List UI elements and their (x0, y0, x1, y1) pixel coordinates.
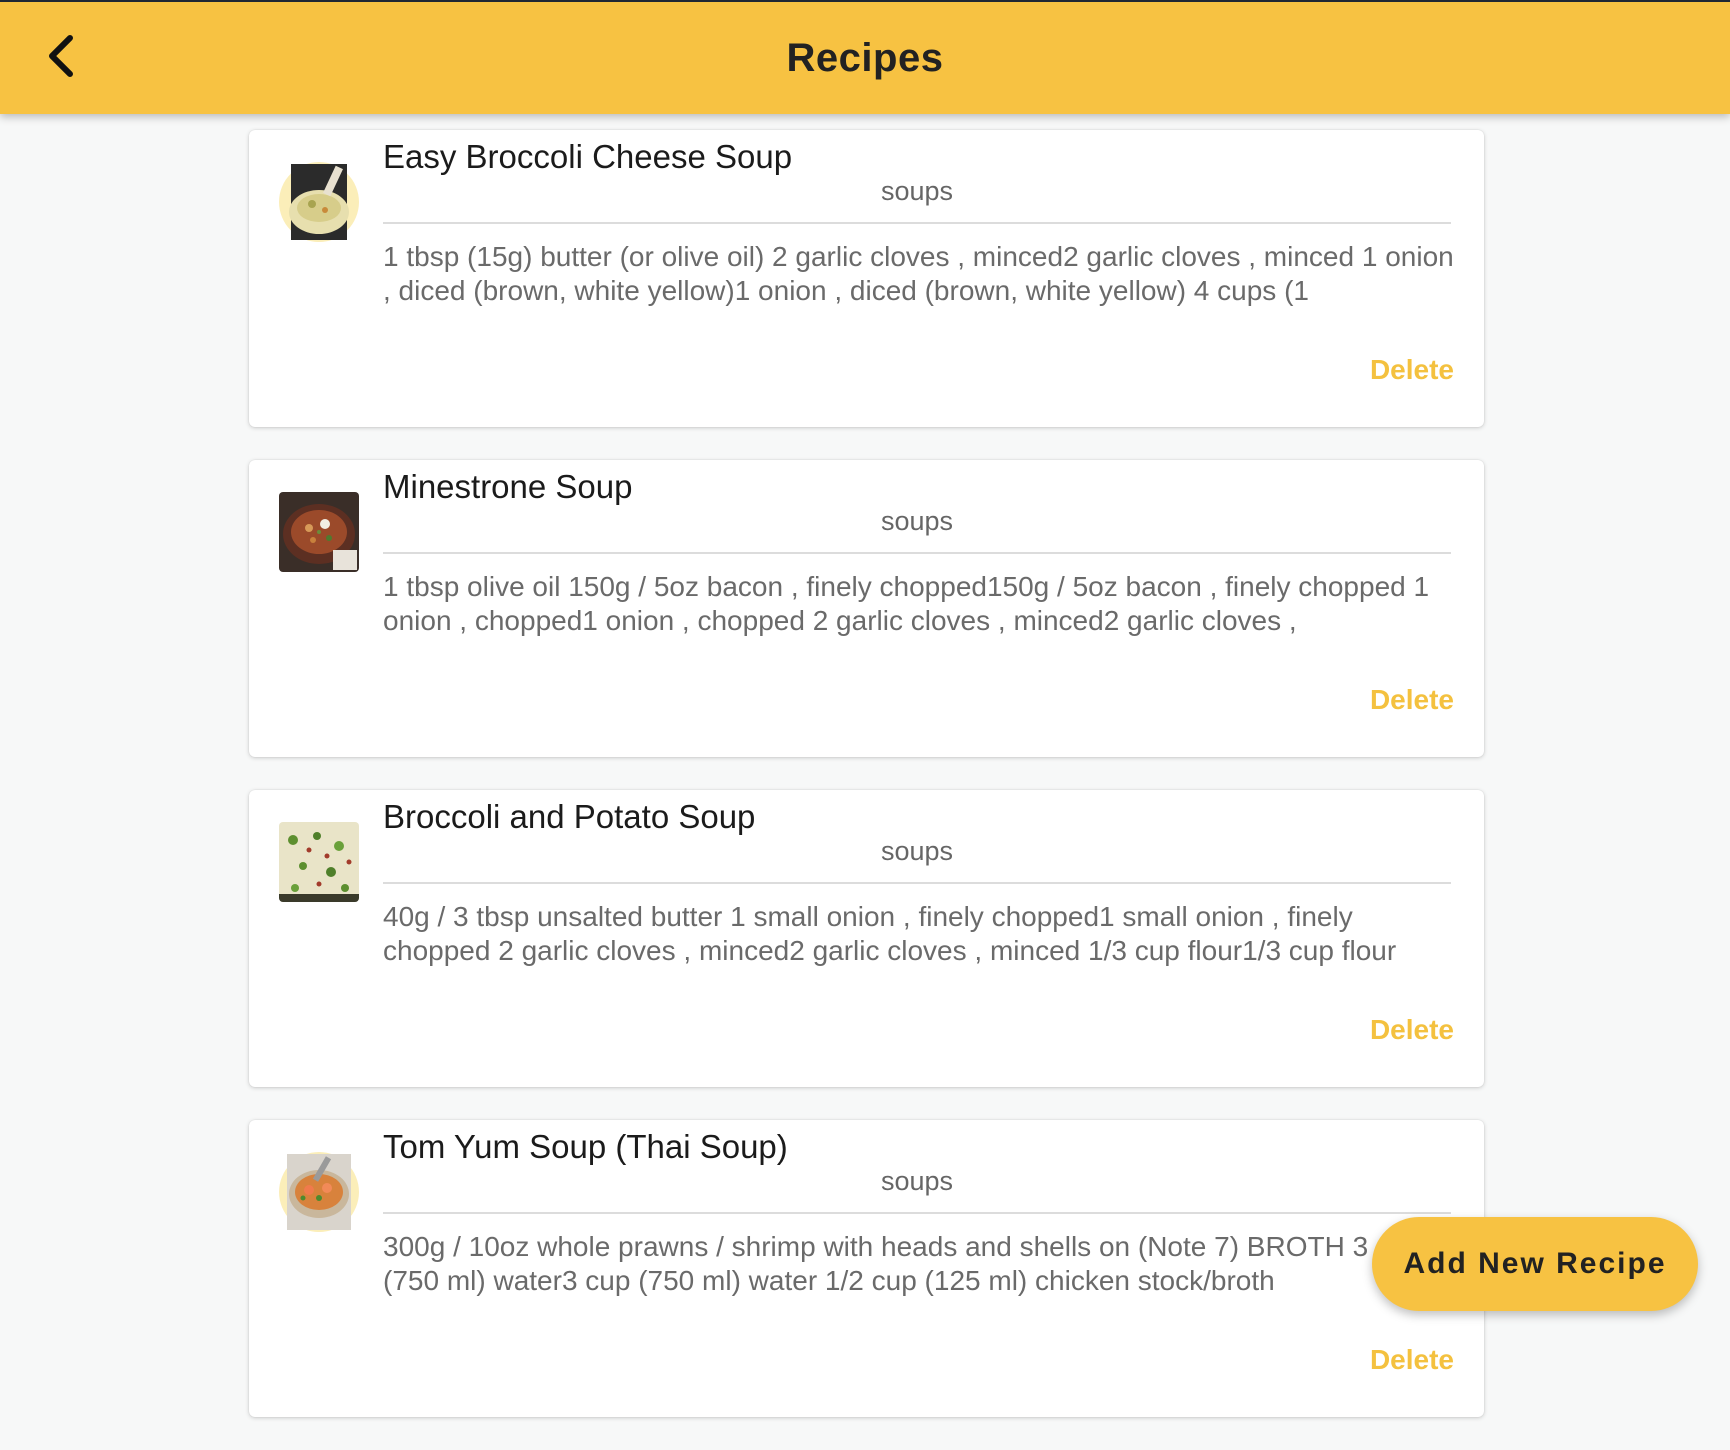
recipe-card[interactable]: Tom Yum Soup (Thai Soup) soups 300g / 10… (249, 1120, 1484, 1417)
recipe-ingredients: 40g / 3 tbsp unsalted butter 1 small oni… (383, 901, 1397, 966)
divider (383, 1212, 1451, 1214)
recipe-ingredients: 1 tbsp olive oil 150g / 5oz bacon , fine… (383, 571, 1430, 636)
broccoli-potato-soup-image (279, 822, 359, 902)
recipe-card[interactable]: Easy Broccoli Cheese Soup soups 1 tbsp (… (249, 130, 1484, 427)
recipe-card[interactable]: Minestrone Soup soups 1 tbsp olive oil 1… (249, 460, 1484, 757)
recipe-category: soups (880, 1166, 954, 1196)
delete-button[interactable]: Delete (1370, 684, 1454, 716)
delete-button[interactable]: Delete (1370, 354, 1454, 386)
recipe-title: Easy Broccoli Cheese Soup (383, 138, 793, 175)
recipe-ingredients: 1 tbsp (15g) butter (or olive oil) 2 gar… (383, 241, 1454, 306)
delete-button[interactable]: Delete (1370, 1344, 1454, 1376)
tom-yum-soup-image (279, 1152, 359, 1232)
divider (383, 552, 1451, 554)
add-new-recipe-button[interactable]: Add New Recipe (1372, 1217, 1698, 1311)
recipe-category: soups (880, 836, 954, 866)
divider (383, 222, 1451, 224)
recipe-ingredients: 300g / 10oz whole prawns / shrimp with h… (383, 1231, 1422, 1296)
page-title: Recipes (786, 36, 944, 80)
divider (383, 882, 1451, 884)
broccoli-cheese-soup-image (279, 162, 359, 242)
recipe-title: Broccoli and Potato Soup (383, 798, 756, 835)
minestrone-soup-image (279, 492, 359, 572)
recipe-category: soups (880, 176, 954, 206)
recipe-category: soups (880, 506, 954, 536)
recipe-title: Minestrone Soup (383, 468, 633, 505)
recipe-card[interactable]: Broccoli and Potato Soup soups 40g / 3 t… (249, 790, 1484, 1087)
recipe-list: Easy Broccoli Cheese Soup soups 1 tbsp (… (249, 130, 1484, 1450)
app-bar: Recipes (0, 0, 1730, 114)
recipe-title: Tom Yum Soup (Thai Soup) (383, 1128, 788, 1165)
delete-button[interactable]: Delete (1370, 1014, 1454, 1046)
